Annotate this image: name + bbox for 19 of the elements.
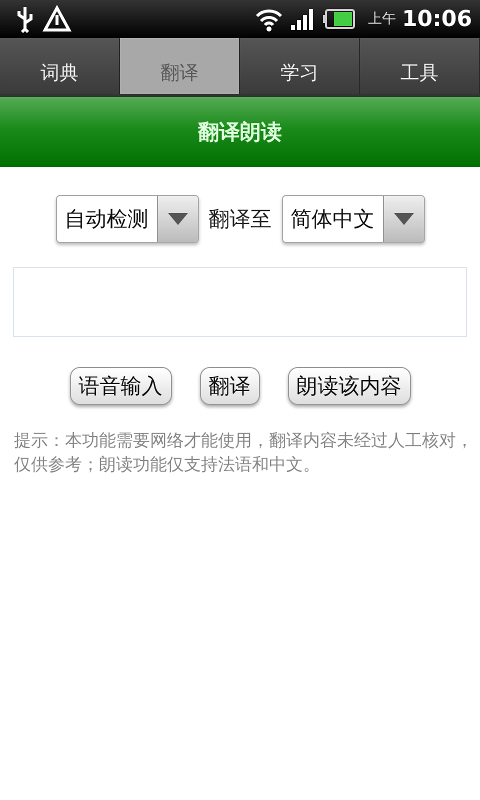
translate-to-label: 翻译至 bbox=[208, 206, 272, 233]
battery-icon bbox=[322, 8, 356, 30]
header-title: 翻译朗读 bbox=[198, 119, 282, 146]
dropdown-caret-icon bbox=[394, 213, 414, 225]
input-field[interactable] bbox=[13, 267, 467, 337]
tab[interactable]: 词典 bbox=[0, 38, 120, 94]
dropdown-caret-icon bbox=[168, 213, 188, 225]
tab[interactable]: 学习 bbox=[240, 38, 360, 94]
tab[interactable]: 工具 bbox=[360, 38, 480, 94]
warning-icon bbox=[42, 5, 72, 33]
am-pm-label: 上午 bbox=[368, 10, 396, 28]
target-language-dropdown[interactable]: 简体中文 bbox=[282, 195, 424, 243]
signal-icon bbox=[290, 7, 316, 31]
action-button[interactable]: 朗读该内容 bbox=[288, 367, 410, 405]
action-button[interactable]: 语音输入 bbox=[70, 367, 172, 405]
hint-text: 提示：本功能需要网络才能使用，翻译内容未经过人工核对，仅供参考；朗读功能仅支持法语和中文。 bbox=[14, 430, 474, 477]
action-button[interactable]: 翻译 bbox=[200, 367, 260, 405]
source-language-dropdown[interactable]: 自动检测 bbox=[56, 195, 198, 243]
clock-time: 10:06 bbox=[402, 6, 472, 32]
